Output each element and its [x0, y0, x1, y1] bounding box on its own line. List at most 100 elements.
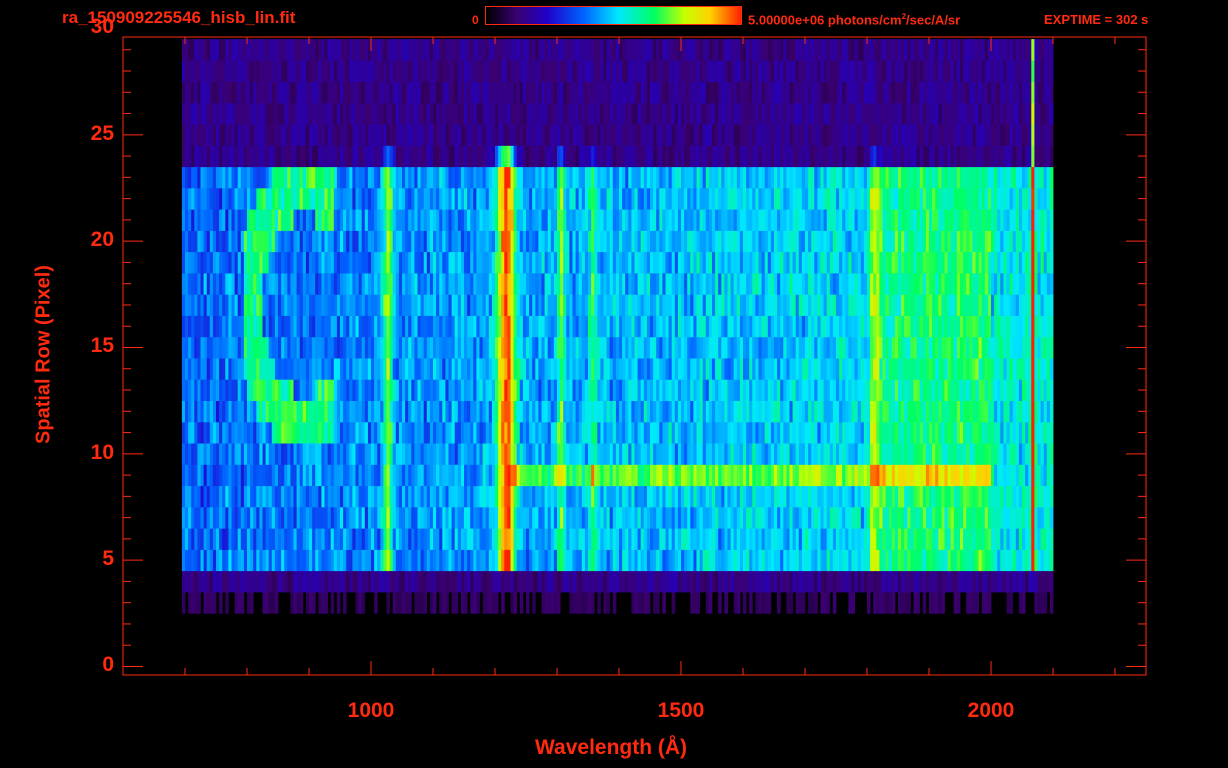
heatmap-cell [312, 273, 316, 295]
heatmap-cell [817, 528, 821, 550]
heatmap-cell [560, 358, 564, 380]
heatmap-cell [274, 485, 279, 508]
heatmap-cell [405, 358, 409, 380]
heatmap-cell [622, 230, 626, 253]
heatmap-cell [550, 379, 555, 401]
heatmap-cell [764, 485, 769, 508]
heatmap-cell [882, 592, 886, 614]
heatmap-cell [1022, 315, 1026, 338]
heatmap-cell [216, 336, 220, 359]
heatmap-cell [538, 336, 542, 359]
heatmap-cell [299, 358, 304, 380]
heatmap-cell [690, 400, 694, 423]
heatmap-cell [715, 358, 719, 380]
heatmap-cell [925, 230, 930, 253]
heatmap-cell [873, 400, 877, 423]
heatmap-cell [860, 400, 865, 423]
heatmap-cell [705, 336, 710, 359]
heatmap-cell [333, 464, 338, 487]
heatmap-cell [346, 273, 350, 295]
heatmap-cell [495, 315, 499, 338]
heatmap-cell [705, 421, 710, 444]
heatmap-cell [371, 528, 375, 550]
heatmap-cell [411, 549, 415, 572]
heatmap-cell [987, 464, 992, 487]
heatmap-cell [702, 443, 707, 465]
heatmap-cell [479, 549, 483, 572]
heatmap-cell [491, 336, 496, 359]
heatmap-cell [442, 443, 446, 465]
heatmap-cell [696, 549, 700, 572]
heatmap-cell [894, 336, 899, 359]
heatmap-cell [938, 273, 942, 295]
heatmap-cell [550, 315, 555, 338]
heatmap-cell [355, 549, 359, 572]
heatmap-cell [947, 570, 952, 593]
heatmap-cell [950, 273, 955, 295]
heatmap-cell [541, 230, 545, 253]
heatmap-cell [733, 230, 738, 253]
heatmap-cell [439, 528, 443, 550]
heatmap-cell [798, 379, 803, 401]
heatmap-cell [1015, 528, 1020, 550]
heatmap-cell [1018, 294, 1023, 316]
heatmap-cell [510, 549, 514, 572]
heatmap-cell [708, 549, 713, 572]
heatmap-cell [584, 443, 589, 465]
heatmap-cell [240, 358, 245, 380]
heatmap-cell [222, 400, 226, 423]
heatmap-cell [693, 315, 697, 338]
heatmap-cell [730, 379, 735, 401]
heatmap-cell [560, 336, 564, 359]
heatmap-cell [203, 421, 208, 444]
heatmap-cell [761, 315, 766, 338]
heatmap-cell [225, 379, 229, 401]
heatmap-cell [761, 464, 766, 487]
heatmap-cell [978, 443, 983, 465]
heatmap-cell [938, 549, 942, 572]
heatmap-cell [445, 336, 449, 359]
heatmap-cell [854, 273, 859, 295]
heatmap-cell [938, 379, 942, 401]
heatmap-cell [724, 358, 728, 380]
heatmap-cell [829, 379, 834, 401]
heatmap-cell [516, 400, 521, 423]
heatmap-cell [504, 273, 508, 295]
heatmap-cell [250, 209, 254, 231]
heatmap-cell [662, 379, 666, 401]
heatmap-cell [327, 294, 332, 316]
heatmap-cell [687, 336, 691, 359]
heatmap-cell [380, 507, 384, 529]
heatmap-cell [253, 251, 257, 274]
heatmap-cell [736, 549, 741, 572]
heatmap-cell [972, 294, 976, 316]
heatmap-cell [1000, 485, 1004, 508]
heatmap-cell [318, 315, 322, 338]
heatmap-cell [854, 421, 859, 444]
heatmap-cell [814, 358, 818, 380]
heatmap-cell [197, 485, 201, 508]
heatmap-cell [777, 251, 781, 274]
heatmap-cell [1018, 230, 1023, 253]
heatmap-cell [293, 528, 297, 550]
heatmap-cell [302, 294, 307, 316]
heatmap-cell [758, 592, 762, 614]
heatmap-cell [526, 273, 530, 295]
heatmap-cell [705, 464, 710, 487]
heatmap-cell [278, 251, 282, 274]
heatmap-cell [1003, 570, 1007, 593]
heatmap-cell [256, 251, 260, 274]
heatmap-cell [336, 485, 341, 508]
heatmap-cell [712, 507, 716, 529]
heatmap-cell [253, 528, 257, 550]
heatmap-cell [792, 570, 797, 593]
heatmap-cell [774, 251, 778, 274]
heatmap-cell [594, 485, 598, 508]
heatmap-cell [346, 251, 350, 274]
heatmap-cell [535, 294, 539, 316]
heatmap-cell [299, 230, 304, 253]
heatmap-cell [826, 315, 831, 338]
heatmap-cell [938, 251, 942, 274]
heatmap-cell [529, 336, 533, 359]
heatmap-cell [336, 549, 341, 572]
